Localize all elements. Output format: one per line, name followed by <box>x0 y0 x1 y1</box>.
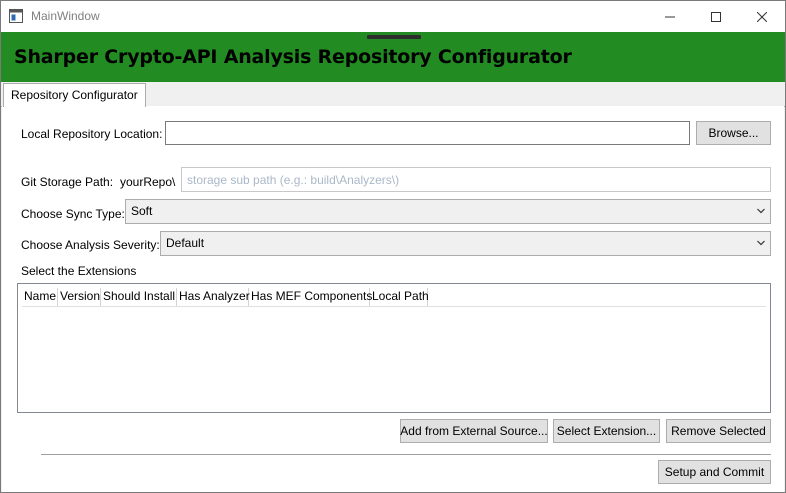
local-repo-input[interactable] <box>165 121 690 145</box>
column-header-local-path[interactable]: Local Path <box>370 288 429 306</box>
column-header-has-mef-components[interactable]: Has MEF Components <box>249 288 372 306</box>
extensions-list[interactable]: Name Version Should Install Has Analyzer… <box>17 283 771 413</box>
resize-grip[interactable] <box>367 35 421 39</box>
severity-value: Default <box>166 236 205 250</box>
app-icon <box>9 9 23 23</box>
column-header-name[interactable]: Name <box>22 288 58 306</box>
git-storage-input[interactable]: storage sub path (e.g.: build\Analyzers\… <box>181 167 771 192</box>
column-header-should-install[interactable]: Should Install <box>101 288 177 306</box>
minimize-icon <box>665 16 675 17</box>
column-header-version[interactable]: Version <box>58 288 101 306</box>
local-repo-label: Local Repository Location: <box>21 127 163 141</box>
browse-button[interactable]: Browse... <box>696 121 771 145</box>
git-storage-prefix: yourRepo\ <box>120 175 176 189</box>
close-icon <box>757 11 767 22</box>
select-extension-button[interactable]: Select Extension... <box>553 419 660 443</box>
tab-repository-configurator[interactable]: Repository Configurator <box>3 83 146 107</box>
column-header-has-analyzer[interactable]: Has Analyzer <box>177 288 250 306</box>
chevron-down-icon <box>757 208 765 214</box>
chevron-down-icon <box>757 240 765 246</box>
app-header-title: Sharper Crypto-API Analysis Repository C… <box>14 46 572 68</box>
sync-type-value: Soft <box>131 204 153 218</box>
title-bar[interactable]: MainWindow <box>1 1 785 32</box>
window-title: MainWindow <box>31 9 100 23</box>
extensions-list-header: Name Version Should Install Has Analyzer… <box>22 288 766 307</box>
maximize-button[interactable] <box>693 1 739 32</box>
footer-separator <box>41 454 771 455</box>
main-window: MainWindow Sharper Crypto-API Analysis R… <box>0 0 786 493</box>
severity-label: Choose Analysis Severity: <box>21 238 160 252</box>
sync-type-select[interactable]: Soft <box>125 199 771 224</box>
add-external-source-button[interactable]: Add from External Source... <box>400 419 548 443</box>
close-button[interactable] <box>739 1 785 32</box>
minimize-button[interactable] <box>647 1 693 32</box>
setup-and-commit-button[interactable]: Setup and Commit <box>658 460 771 484</box>
git-storage-label: Git Storage Path: <box>21 175 114 189</box>
extensions-label: Select the Extensions <box>21 264 137 278</box>
git-storage-placeholder: storage sub path (e.g.: build\Analyzers\… <box>187 173 400 187</box>
sync-type-label: Choose Sync Type: <box>21 207 125 221</box>
severity-select[interactable]: Default <box>160 231 771 256</box>
maximize-icon <box>711 11 721 22</box>
remove-selected-button[interactable]: Remove Selected <box>666 419 771 443</box>
